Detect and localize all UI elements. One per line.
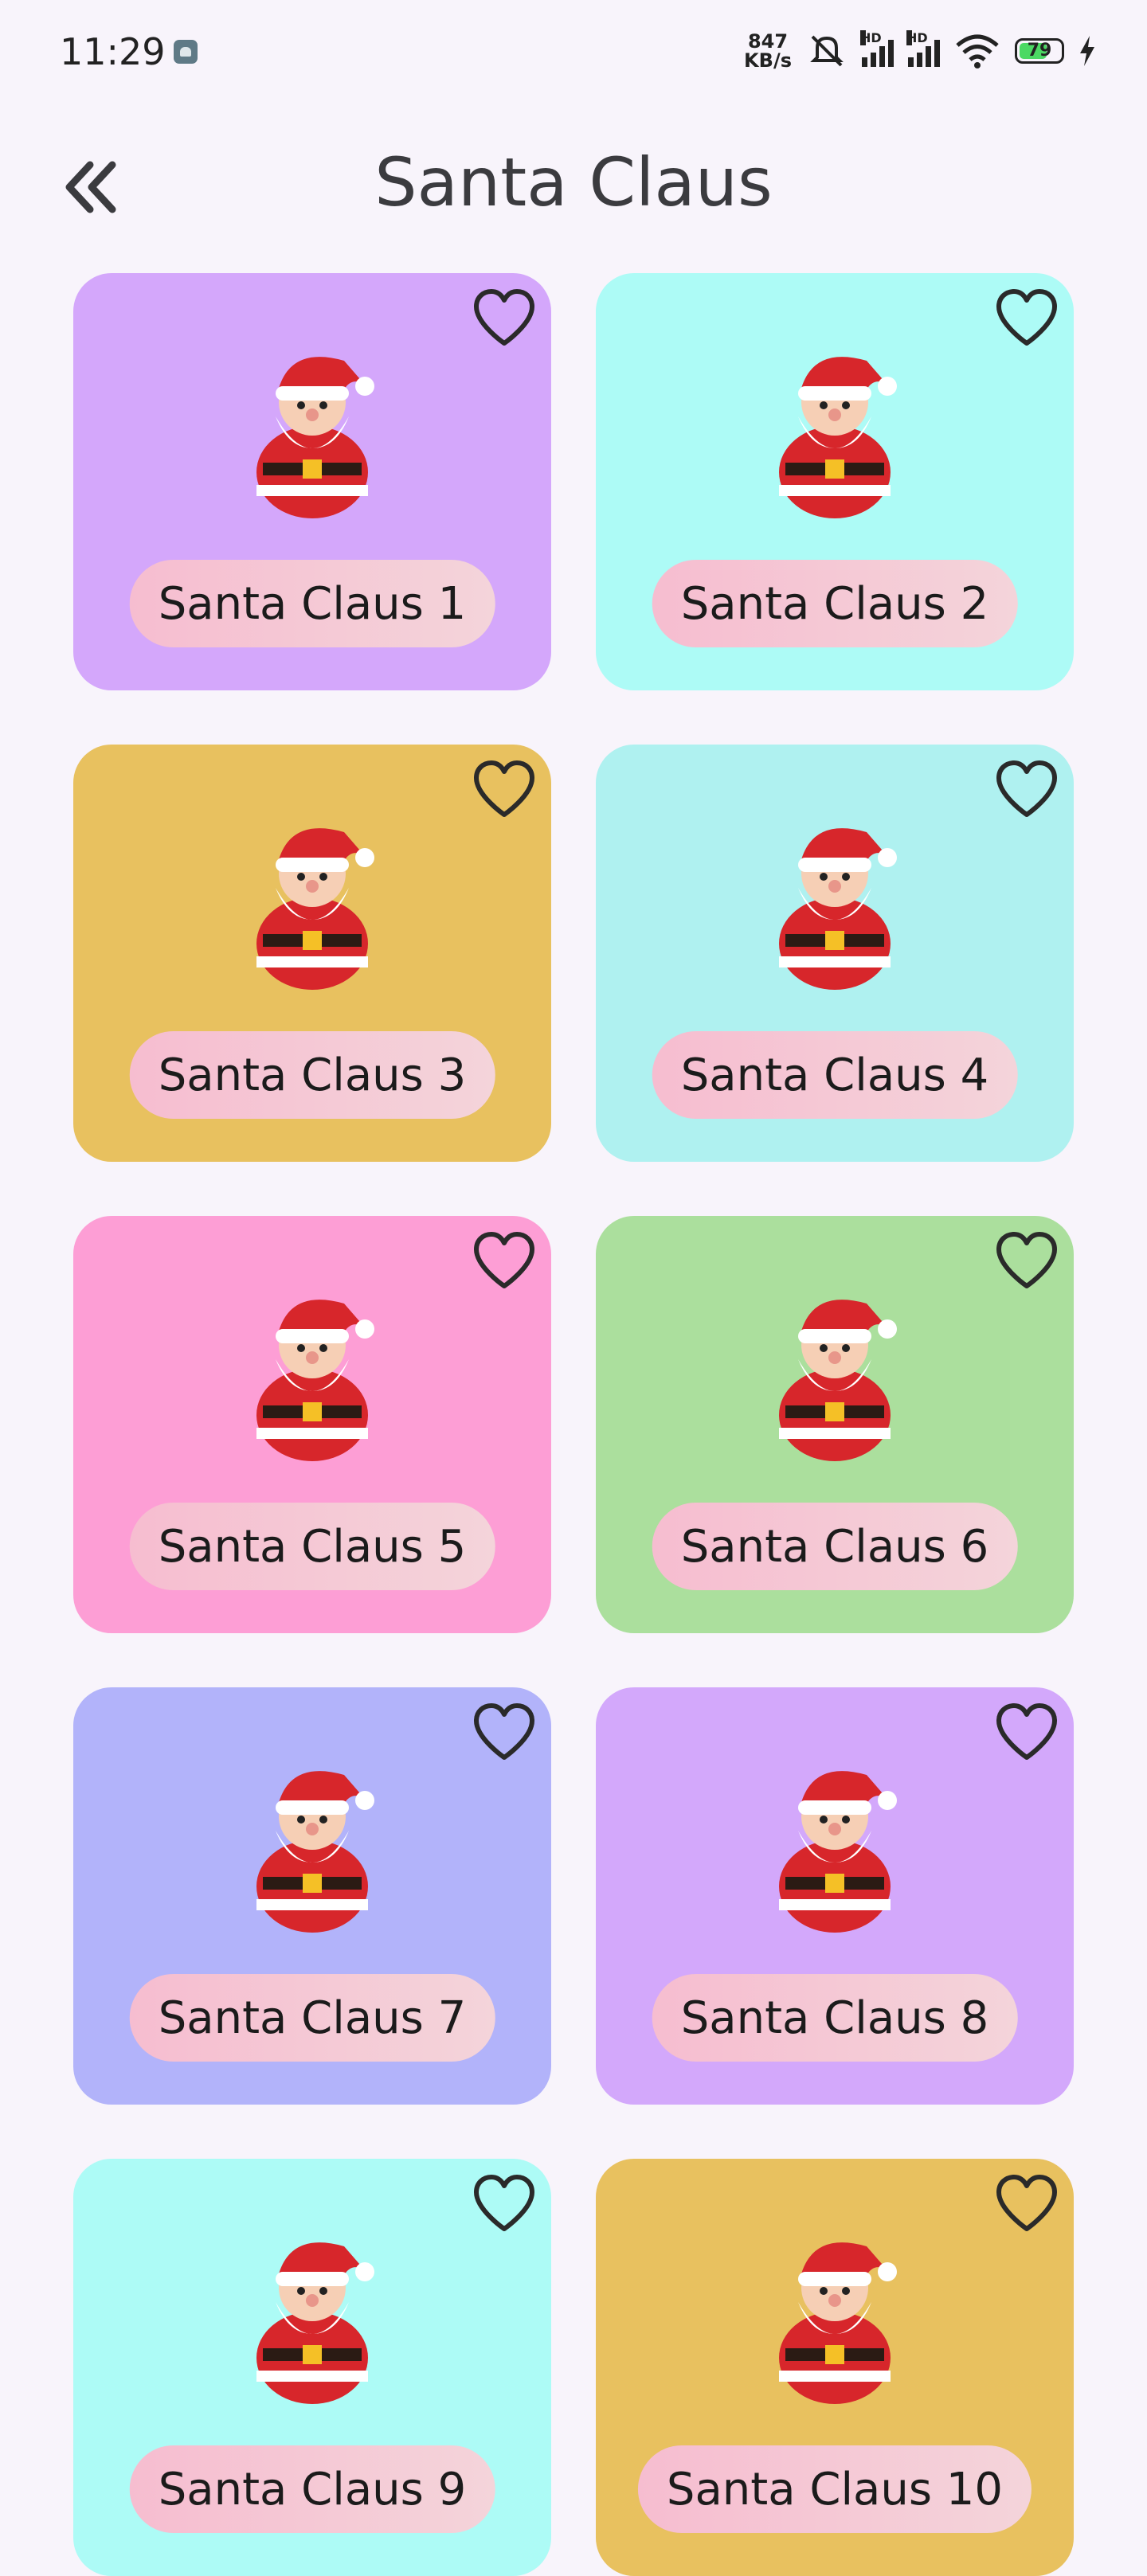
card-label: Santa Claus 1: [129, 560, 495, 647]
favorite-heart-icon[interactable]: [472, 2173, 537, 2234]
status-icons: 847 KB/s HD HD 79: [744, 30, 1096, 72]
favorite-heart-icon[interactable]: [994, 1230, 1059, 1291]
character-card-9[interactable]: Santa Claus 9: [73, 2159, 551, 2576]
status-bar: 11:29 847 KB/s HD HD 79: [0, 0, 1147, 104]
favorite-heart-icon[interactable]: [472, 1702, 537, 1762]
card-label: Santa Claus 5: [129, 1503, 495, 1590]
charging-bolt-icon: [1080, 36, 1094, 66]
android-notification-icon: [174, 40, 198, 64]
favorite-heart-icon[interactable]: [994, 759, 1059, 819]
wifi-icon: [956, 34, 999, 68]
favorite-heart-icon[interactable]: [472, 759, 537, 819]
santa-claus-image: [779, 1300, 897, 1461]
network-speed: 847 KB/s: [744, 32, 792, 70]
character-card-2[interactable]: Santa Claus 2: [596, 273, 1074, 690]
page-title: Santa Claus: [374, 143, 773, 221]
signal-1-icon: HD: [860, 30, 894, 67]
card-label: Santa Claus 9: [129, 2445, 495, 2533]
santa-claus-image: [256, 1771, 374, 1933]
santa-claus-image: [256, 357, 374, 518]
santa-claus-image: [256, 828, 374, 990]
character-card-6[interactable]: Santa Claus 6: [596, 1216, 1074, 1633]
character-card-10[interactable]: Santa Claus 10: [596, 2159, 1074, 2576]
favorite-heart-icon[interactable]: [472, 1230, 537, 1291]
bell-muted-icon: [810, 35, 844, 67]
network-speed-unit: KB/s: [744, 49, 792, 72]
card-label: Santa Claus 10: [637, 2445, 1032, 2533]
hd-label-2: HD: [906, 30, 928, 45]
character-card-5[interactable]: Santa Claus 5: [73, 1216, 551, 1633]
character-card-7[interactable]: Santa Claus 7: [73, 1687, 551, 2105]
card-label: Santa Claus 6: [652, 1503, 1018, 1590]
favorite-heart-icon[interactable]: [472, 287, 537, 348]
character-card-4[interactable]: Santa Claus 4: [596, 745, 1074, 1162]
santa-claus-image: [779, 828, 897, 990]
character-card-8[interactable]: Santa Claus 8: [596, 1687, 1074, 2105]
santa-claus-image: [779, 2242, 897, 2404]
favorite-heart-icon[interactable]: [994, 1702, 1059, 1762]
battery-icon: 79: [1015, 38, 1064, 64]
card-label: Santa Claus 2: [652, 560, 1018, 647]
signal-2-icon: HD: [906, 30, 940, 67]
app-bar: Santa Claus: [0, 127, 1147, 247]
santa-claus-image: [779, 1771, 897, 1933]
santa-claus-image: [256, 1300, 374, 1461]
favorite-heart-icon[interactable]: [994, 2173, 1059, 2234]
card-label: Santa Claus 8: [652, 1974, 1018, 2062]
hd-label-1: HD: [860, 30, 882, 45]
character-card-1[interactable]: Santa Claus 1: [73, 273, 551, 690]
card-label: Santa Claus 3: [129, 1031, 495, 1119]
character-card-3[interactable]: Santa Claus 3: [73, 745, 551, 1162]
santa-claus-image: [256, 2242, 374, 2404]
battery-level: 79: [1027, 41, 1052, 61]
santa-claus-image: [779, 357, 897, 518]
status-time: 11:29: [60, 30, 166, 73]
card-label: Santa Claus 7: [129, 1974, 495, 2062]
card-label: Santa Claus 4: [652, 1031, 1018, 1119]
favorite-heart-icon[interactable]: [994, 287, 1059, 348]
network-speed-value: 847: [747, 30, 789, 53]
